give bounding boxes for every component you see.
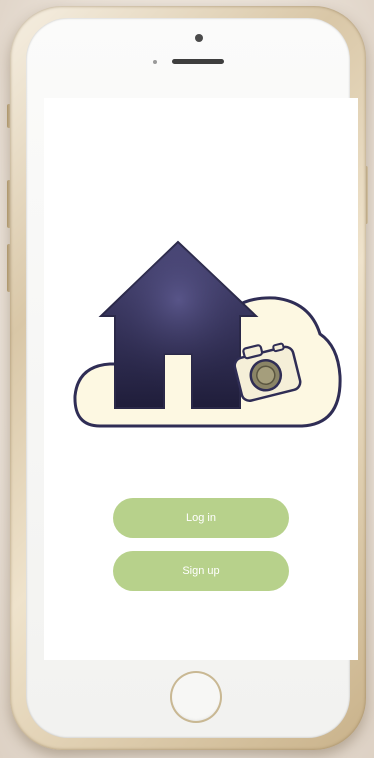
signup-button[interactable]: Sign up bbox=[113, 551, 289, 591]
earpiece-speaker bbox=[172, 59, 224, 64]
proximity-sensor bbox=[153, 60, 157, 64]
home-button[interactable] bbox=[170, 671, 222, 723]
front-camera bbox=[195, 34, 203, 42]
login-button[interactable]: Log in bbox=[113, 498, 289, 538]
app-screen: Log in Sign up bbox=[44, 98, 358, 660]
house-cloud-camera-logo bbox=[73, 240, 342, 428]
device-stage: Log in Sign up bbox=[0, 0, 374, 758]
